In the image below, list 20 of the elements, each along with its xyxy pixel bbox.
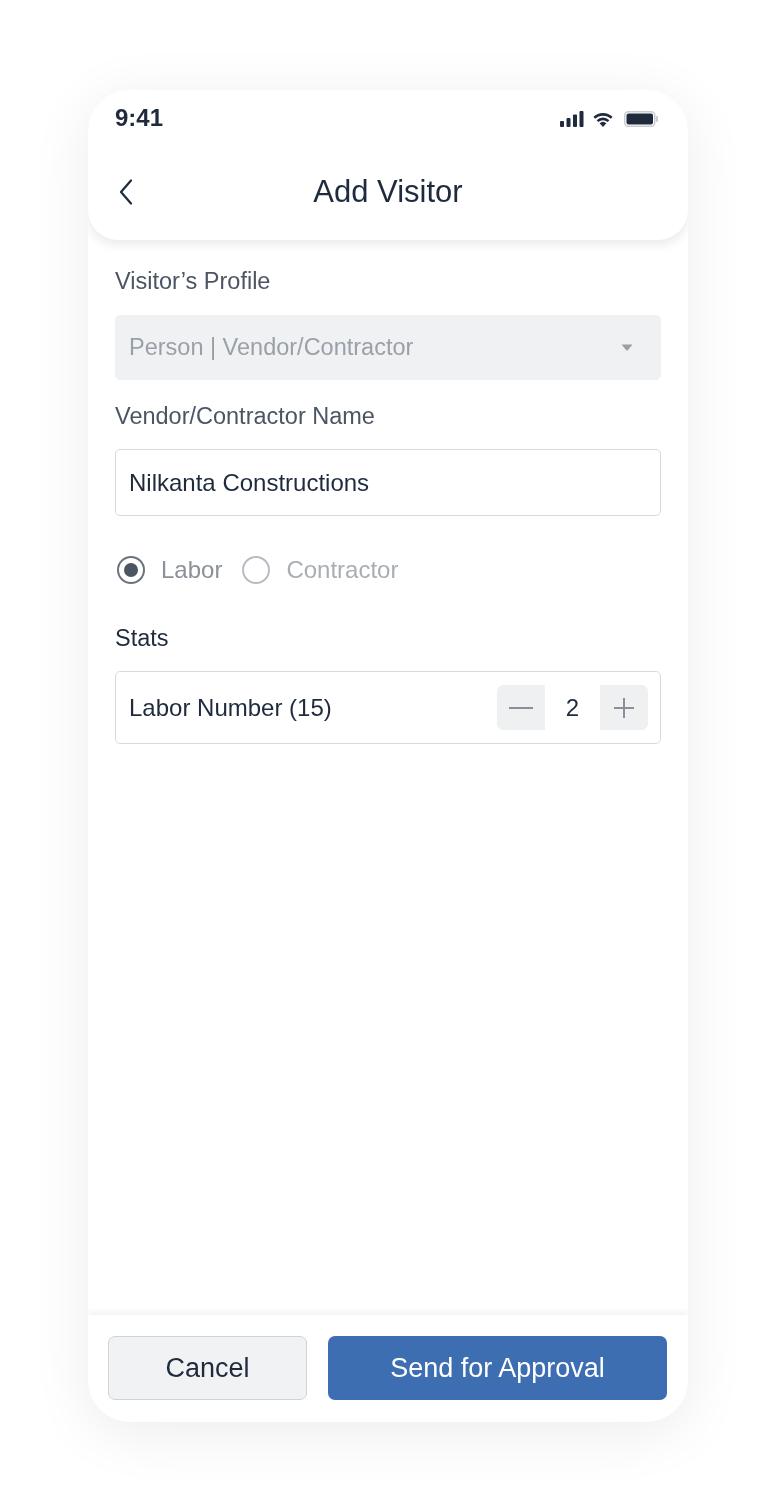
action-button[interactable]: Send for Approval <box>328 1336 667 1400</box>
section-label: Stats <box>115 624 169 652</box>
caret-icon <box>621 344 633 351</box>
status-time: 9:41 <box>115 104 164 132</box>
radio-button[interactable] <box>117 556 145 584</box>
battery-icon <box>624 111 658 127</box>
field-label: Vendor/Contractor Name <box>115 402 375 430</box>
minus-icon <box>509 706 533 709</box>
page-title: Add Visitor <box>313 174 463 210</box>
back-icon[interactable] <box>119 179 133 205</box>
quantity-field[interactable]: 2 <box>545 685 600 730</box>
signal-icon <box>560 111 584 127</box>
counter-label: Labor Number (15) <box>129 693 332 722</box>
radio-label[interactable]: Labor <box>161 556 223 584</box>
action-button[interactable]: Cancel <box>108 1336 307 1400</box>
wifi-icon <box>592 111 614 127</box>
field-label: Visitor’s Profile <box>115 267 271 295</box>
plus-icon <box>614 697 634 718</box>
radio-button[interactable] <box>242 556 271 584</box>
text-field[interactable]: Nilkanta Constructions <box>115 449 661 516</box>
